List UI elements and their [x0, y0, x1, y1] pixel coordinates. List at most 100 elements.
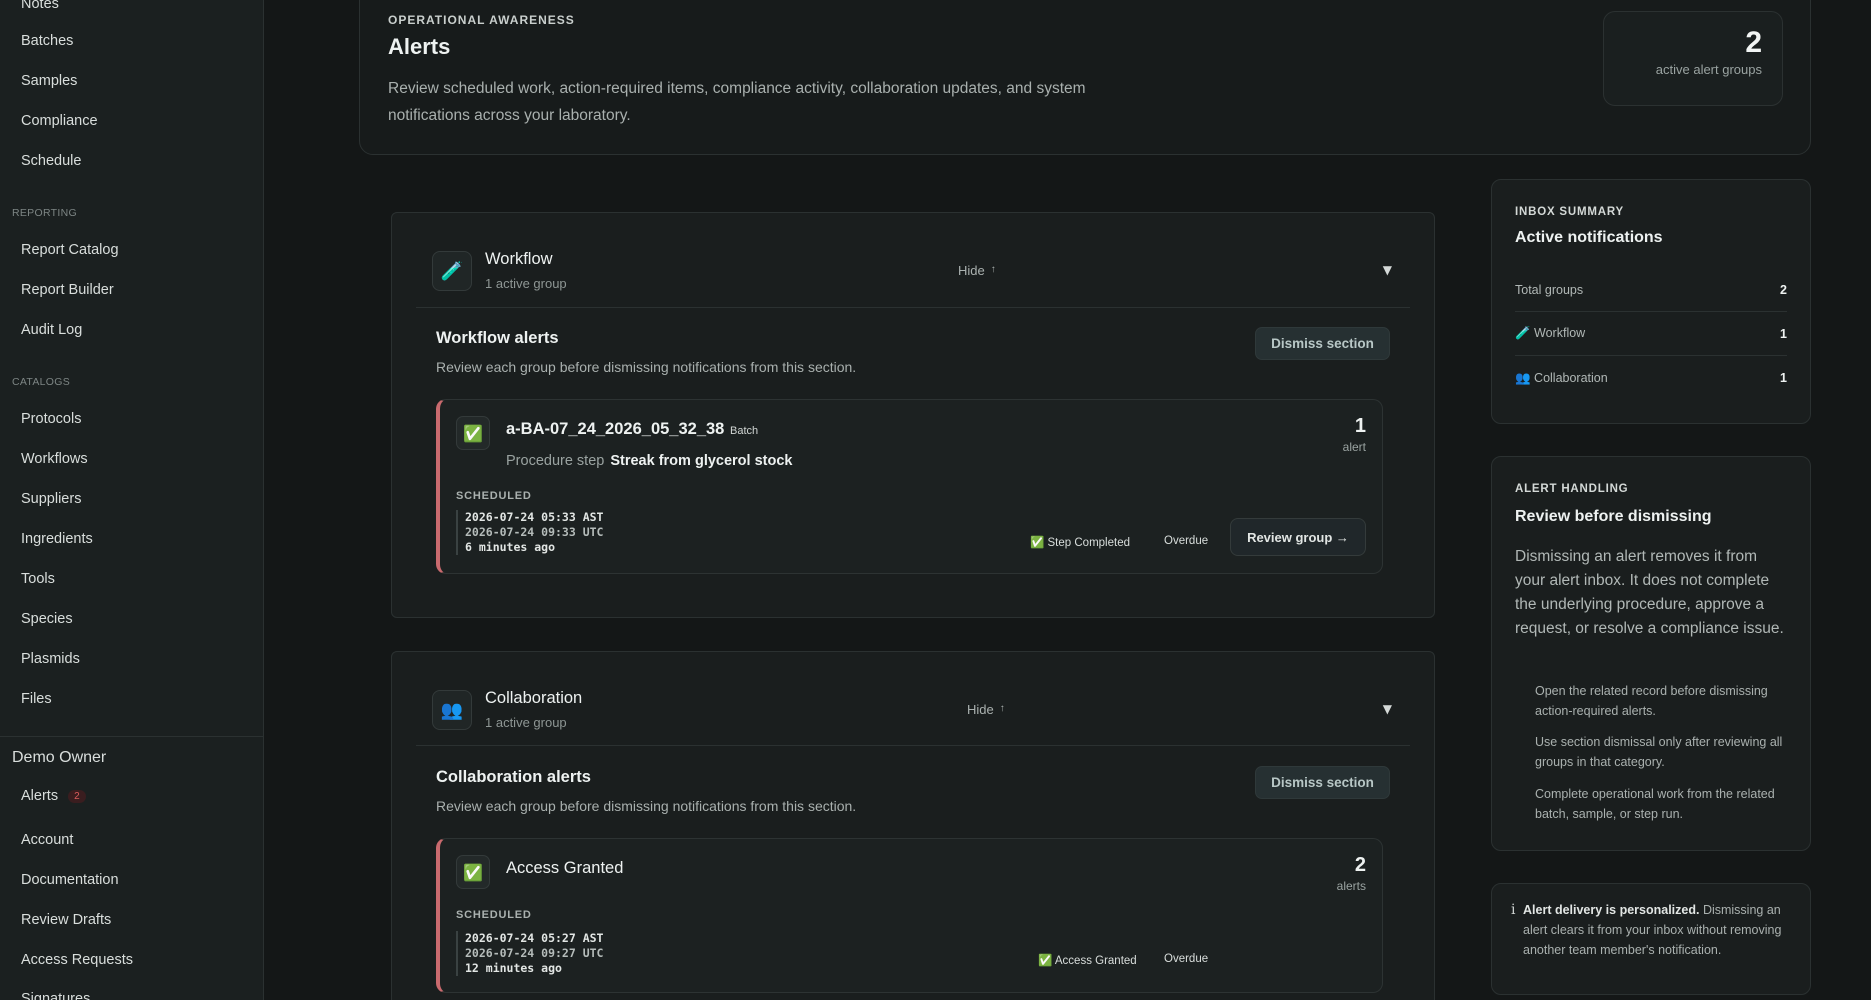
- nav-suppliers[interactable]: Suppliers: [21, 491, 81, 507]
- check-icon: ✅: [456, 416, 490, 450]
- hide-label: Hide: [958, 263, 985, 278]
- nav-review-drafts[interactable]: Review Drafts: [21, 912, 111, 928]
- info-note-text: Alert delivery is personalized. Dismissi…: [1523, 900, 1795, 960]
- inbox-summary-title: Active notifications: [1515, 229, 1663, 246]
- chevron-down-icon[interactable]: ▼: [1383, 263, 1392, 277]
- workflow-section: 🧪 Workflow 1 active group Hide ↑ ▼ Workfl…: [391, 212, 1435, 618]
- nav-documentation[interactable]: Documentation: [21, 872, 119, 888]
- nav-access-requests[interactable]: Access Requests: [21, 952, 133, 968]
- procedure-step-label: Procedure step: [506, 453, 605, 469]
- group-count-label: alert: [1342, 440, 1366, 454]
- scheduled-times: 2026-07-24 05:33 AST 2026-07-24 09:33 UT…: [456, 510, 603, 555]
- section-title: Collaboration: [485, 689, 583, 707]
- alert-handling-card: ALERT HANDLING Review before dismissing …: [1491, 456, 1811, 851]
- group-title: Access Granted: [506, 859, 624, 877]
- summary-row-collaboration: 👥 Collaboration 1: [1515, 356, 1787, 400]
- collaboration-section: 👥 Collaboration 1 active group Hide ↑ ▼ C…: [391, 651, 1435, 1000]
- group-type-tag: Batch: [730, 425, 759, 437]
- nav-section-catalogs: CATALOGS: [12, 376, 71, 388]
- status-badge: ✅ Step Completed: [1030, 537, 1130, 549]
- summary-row-value: 1: [1780, 371, 1787, 385]
- section-subtitle: 1 active group: [485, 276, 567, 291]
- review-group-button[interactable]: Review group →: [1230, 518, 1366, 556]
- user-name: Demo Owner: [12, 749, 107, 766]
- nav-compliance[interactable]: Compliance: [21, 113, 98, 129]
- nav-species[interactable]: Species: [21, 611, 73, 627]
- nav-samples[interactable]: Samples: [21, 73, 77, 89]
- dismiss-section-button[interactable]: Dismiss section: [1255, 766, 1390, 799]
- handling-tip: Use section dismissal only after reviewi…: [1535, 735, 1783, 769]
- chevron-down-icon[interactable]: ▼: [1383, 702, 1392, 716]
- handling-tip: Open the related record before dismissin…: [1535, 684, 1768, 718]
- section-divider: [416, 307, 1410, 308]
- group-count-value: 2: [1354, 854, 1366, 876]
- nav-batches[interactable]: Batches: [21, 33, 73, 49]
- alert-handling-eyebrow: ALERT HANDLING: [1515, 483, 1629, 495]
- summary-row-value: 1: [1780, 326, 1787, 341]
- nav-divider: [0, 736, 263, 737]
- section-alerts-description: Review each group before dismissing noti…: [436, 798, 857, 814]
- nav-report-catalog[interactable]: Report Catalog: [21, 242, 119, 258]
- nav-plasmids[interactable]: Plasmids: [21, 651, 80, 667]
- hide-toggle[interactable]: Hide ↑: [967, 702, 1005, 717]
- nav-workflows[interactable]: Workflows: [21, 451, 88, 467]
- page-description: Review scheduled work, action-required i…: [388, 80, 1086, 124]
- nav-ingredients[interactable]: Ingredients: [21, 531, 93, 547]
- summary-row-label: Total groups: [1515, 282, 1584, 297]
- nav-section-reporting: REPORTING: [12, 207, 77, 219]
- page-header: OPERATIONAL AWARENESS Alerts Review sche…: [359, 0, 1811, 155]
- nav-audit-log[interactable]: Audit Log: [21, 322, 82, 338]
- page-title: Alerts: [388, 34, 451, 59]
- nav-notes[interactable]: Notes: [21, 0, 59, 12]
- handling-tip: Complete operational work from the relat…: [1535, 787, 1775, 821]
- check-icon: ✅: [456, 855, 490, 889]
- summary-row-label: 👥 Collaboration: [1515, 370, 1608, 385]
- hide-label: Hide: [967, 702, 994, 717]
- group-count-value: 1: [1354, 415, 1366, 437]
- section-alerts-title: Collaboration alerts: [436, 768, 591, 786]
- summary-row-label: 🧪 Workflow: [1515, 326, 1586, 340]
- alert-handling-title: Review before dismissing: [1515, 508, 1712, 525]
- arrow-up-icon: ↑: [990, 264, 996, 275]
- time-utc: 2026-07-24 09:27 UTC: [465, 946, 604, 960]
- info-note-card: i Alert delivery is personalized. Dismis…: [1491, 883, 1811, 995]
- alert-group: ✅ a-BA-07_24_2026_05_32_38 Batch Procedu…: [436, 399, 1383, 574]
- overdue-badge: Overdue: [1164, 953, 1209, 965]
- nav-account[interactable]: Account: [21, 832, 73, 848]
- nav-alerts[interactable]: Alerts 2: [21, 788, 86, 804]
- arrow-up-icon: ↑: [999, 703, 1005, 714]
- inbox-summary-card: INBOX SUMMARY Active notifications Total…: [1491, 179, 1811, 424]
- summary-row-total: Total groups 2: [1515, 268, 1787, 312]
- nav-tools[interactable]: Tools: [21, 571, 55, 587]
- section-subtitle: 1 active group: [485, 715, 567, 730]
- group-title: a-BA-07_24_2026_05_32_38: [506, 420, 725, 438]
- dismiss-section-button[interactable]: Dismiss section: [1255, 327, 1390, 360]
- active-groups-count: 2: [1745, 26, 1762, 59]
- procedure-step-value: Streak from glycerol stock: [610, 453, 793, 469]
- section-title: Workflow: [485, 250, 553, 268]
- summary-row-workflow: 🧪 Workflow 1: [1515, 312, 1787, 356]
- section-alerts-title: Workflow alerts: [436, 329, 559, 347]
- nav-schedule[interactable]: Schedule: [21, 153, 81, 169]
- nav-protocols[interactable]: Protocols: [21, 411, 81, 427]
- time-relative: 12 minutes ago: [465, 961, 562, 975]
- active-groups-label: active alert groups: [1655, 62, 1762, 77]
- people-icon: 👥: [432, 690, 472, 730]
- time-relative: 6 minutes ago: [465, 540, 556, 554]
- time-local: 2026-07-24 05:33 AST: [465, 510, 604, 524]
- section-divider: [416, 745, 1410, 746]
- hide-toggle[interactable]: Hide ↑: [958, 263, 996, 278]
- overdue-badge: Overdue: [1164, 535, 1209, 547]
- nav-signatures[interactable]: Signatures: [21, 991, 90, 1000]
- header-eyebrow: OPERATIONAL AWARENESS: [388, 13, 575, 27]
- status-badge: ✅ Access Granted: [1038, 955, 1137, 967]
- scheduled-label: SCHEDULED: [456, 909, 532, 921]
- inbox-summary-eyebrow: INBOX SUMMARY: [1515, 206, 1625, 218]
- sidebar: Notes Batches Samples Compliance Schedul…: [0, 0, 264, 1000]
- nav-report-builder[interactable]: Report Builder: [21, 282, 114, 298]
- summary-row-value: 2: [1780, 282, 1787, 297]
- group-alert-count: 1 alert: [1343, 415, 1366, 454]
- info-icon: i: [1511, 902, 1516, 918]
- nav-files[interactable]: Files: [21, 691, 52, 707]
- section-alerts-description: Review each group before dismissing noti…: [436, 359, 857, 375]
